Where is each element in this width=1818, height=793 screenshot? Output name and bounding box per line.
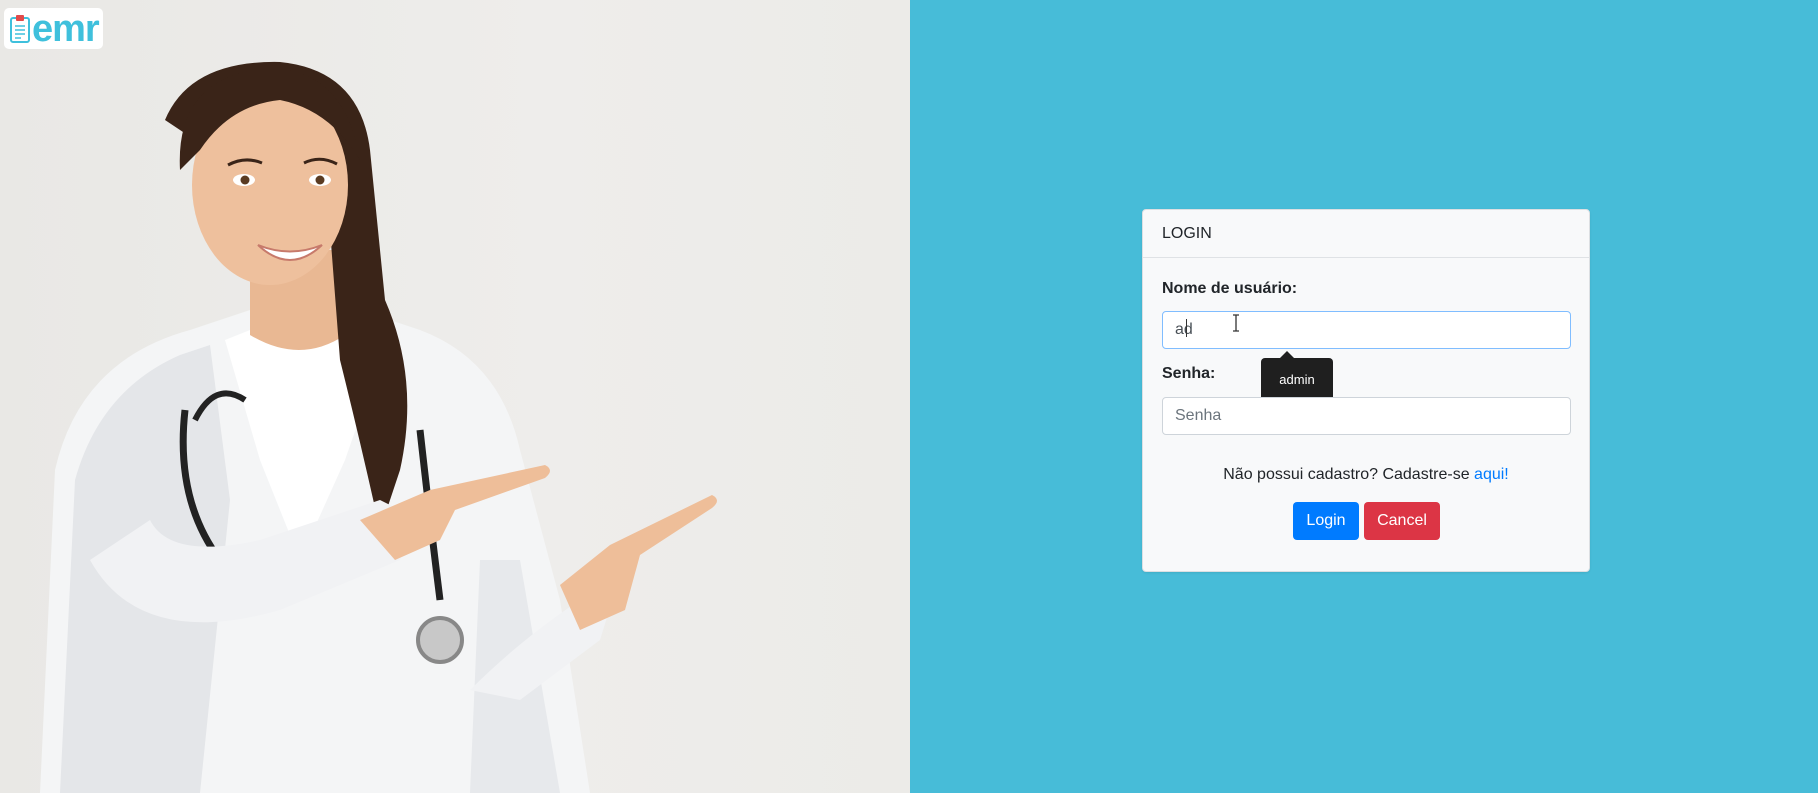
text-caret [1186,319,1187,337]
register-link[interactable]: aqui! [1474,466,1509,483]
login-card: LOGIN Nome de usuário: admin Senha: Não … [1142,209,1590,572]
register-prompt: Não possui cadastro? Cadastre-se aqui! [1143,466,1589,484]
login-title: LOGIN [1162,224,1212,242]
ibeam-cursor-icon [1233,314,1239,332]
password-input[interactable] [1162,397,1571,435]
login-card-header: LOGIN [1143,210,1589,258]
hero-image-panel: emr [0,0,910,793]
autocomplete-suggestion[interactable]: admin [1261,358,1333,401]
clipboard-icon [10,14,30,43]
register-text: Não possui cadastro? Cadastre-se [1223,466,1475,483]
logo-text: emr [32,7,100,50]
login-button[interactable]: Login [1293,502,1359,540]
username-input[interactable] [1162,311,1571,349]
doctor-illustration [40,61,717,793]
emr-logo: emr [4,8,103,49]
autocomplete-text: admin [1279,372,1315,387]
username-label: Nome de usuário: [1162,280,1298,297]
password-label: Senha: [1162,365,1216,382]
cancel-button[interactable]: Cancel [1364,502,1440,540]
